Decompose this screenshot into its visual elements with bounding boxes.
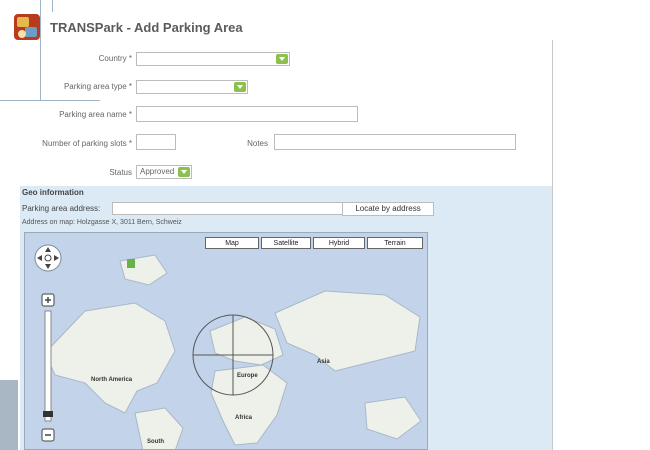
- pan-control[interactable]: [33, 243, 63, 273]
- address-label: Parking area address:: [22, 204, 101, 213]
- background-block: [0, 380, 18, 450]
- geo-title: Geo information: [22, 188, 84, 197]
- locate-by-address-button[interactable]: Locate by address: [342, 202, 434, 216]
- map-type-map[interactable]: Map: [205, 237, 259, 249]
- parking-name-label: Parking area name *: [59, 110, 132, 119]
- app-logo-icon: [14, 14, 40, 40]
- background-frame-line: [52, 0, 53, 12]
- notes-label: Notes: [247, 139, 268, 148]
- chevron-down-icon[interactable]: [276, 54, 288, 64]
- parking-slots-input[interactable]: [136, 134, 176, 150]
- status-select[interactable]: Approved: [136, 165, 192, 179]
- page-title: TRANSPark - Add Parking Area: [50, 19, 243, 35]
- status-label: Status: [109, 168, 132, 177]
- map-label-south: South: [147, 439, 164, 445]
- address-on-map: Address on map: Holzgasse X, 3011 Bern, …: [22, 219, 182, 226]
- status-value: Approved: [140, 167, 175, 176]
- map-view[interactable]: Map Satellite Hybrid Terrain North Ameri…: [24, 232, 428, 450]
- map-type-hybrid[interactable]: Hybrid: [313, 237, 365, 249]
- notes-input[interactable]: [274, 134, 516, 150]
- country-label: Country *: [98, 54, 132, 63]
- map-label-africa: Africa: [235, 415, 253, 421]
- map-type-terrain[interactable]: Terrain: [367, 237, 423, 249]
- address-input[interactable]: [112, 202, 358, 215]
- parking-type-label: Parking area type *: [63, 82, 132, 91]
- world-map: [25, 233, 427, 449]
- map-label-europe: Europe: [237, 373, 258, 379]
- parking-slots-label: Number of parking slots *: [42, 139, 132, 148]
- parking-type-select[interactable]: [136, 80, 248, 94]
- chevron-down-icon[interactable]: [234, 82, 246, 92]
- map-label-north-america: North America: [91, 377, 133, 383]
- map-type-satellite[interactable]: Satellite: [261, 237, 311, 249]
- zoom-slider[interactable]: [41, 293, 55, 443]
- parking-name-input[interactable]: [136, 106, 358, 122]
- page-header: TRANSPark - Add Parking Area: [14, 12, 243, 42]
- map-label-asia: Asia: [317, 359, 330, 365]
- chevron-down-icon[interactable]: [178, 167, 190, 177]
- country-select[interactable]: [136, 52, 290, 66]
